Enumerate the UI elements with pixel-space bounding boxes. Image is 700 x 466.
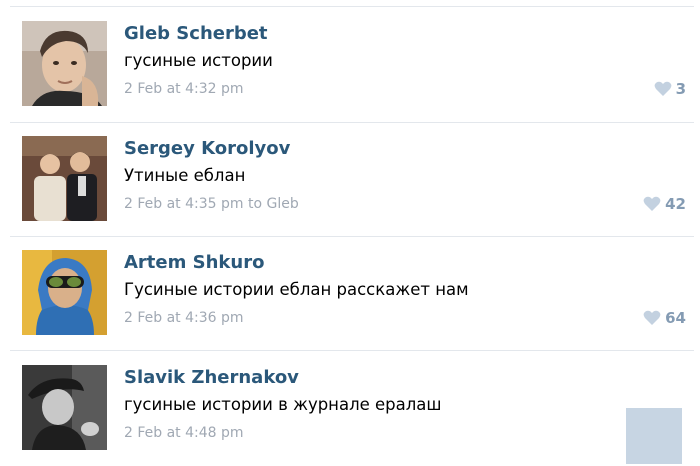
comment-text: Гусиные истории еблан расскажет нам <box>124 280 469 299</box>
comment-text: гусиные истории в журнале ералаш <box>124 395 442 414</box>
avatar[interactable] <box>22 136 107 221</box>
scroll-to-top-button[interactable] <box>626 408 682 464</box>
avatar[interactable] <box>22 250 107 335</box>
comment-timestamp[interactable]: 2 Feb at 4:32 pm <box>124 81 244 97</box>
avatar-photo-icon <box>22 250 107 335</box>
avatar[interactable] <box>22 21 107 106</box>
like-count: 42 <box>665 195 686 213</box>
comment-text: гусиные истории <box>124 51 273 70</box>
divider <box>10 350 694 351</box>
comment-timestamp[interactable]: 2 Feb at 4:36 pm <box>124 310 244 326</box>
comment-timestamp[interactable]: 2 Feb at 4:35 pm to Gleb <box>124 196 299 212</box>
avatar-photo-icon <box>22 365 107 450</box>
avatar-photo-icon <box>22 21 107 106</box>
author-name[interactable]: Sergey Korolyov <box>124 138 290 159</box>
author-name[interactable]: Artem Shkuro <box>124 252 264 273</box>
divider <box>10 6 694 7</box>
comment-feed: Gleb Scherbet гусиные истории 2 Feb at 4… <box>0 0 700 464</box>
like-button[interactable]: 3 <box>654 79 686 99</box>
like-button[interactable]: 64 <box>643 308 686 328</box>
avatar[interactable] <box>22 365 107 450</box>
heart-icon <box>654 81 672 97</box>
comment-item: Artem Shkuro Гусиные истории еблан расск… <box>0 237 700 351</box>
author-name[interactable]: Slavik Zhernakov <box>124 367 299 388</box>
author-name[interactable]: Gleb Scherbet <box>124 23 268 44</box>
comment-timestamp[interactable]: 2 Feb at 4:48 pm <box>124 425 244 441</box>
comment-item: Gleb Scherbet гусиные истории 2 Feb at 4… <box>0 8 700 122</box>
heart-icon <box>643 196 661 212</box>
comment-item: Slavik Zhernakov гусиные истории в журна… <box>0 352 700 466</box>
avatar-photo-icon <box>22 136 107 221</box>
like-button[interactable]: 42 <box>643 194 686 214</box>
like-count: 3 <box>675 80 686 98</box>
like-count: 64 <box>665 309 686 327</box>
comment-item: Sergey Korolyov Утиные еблан 2 Feb at 4:… <box>0 123 700 237</box>
heart-icon <box>643 310 661 326</box>
comment-text: Утиные еблан <box>124 166 246 185</box>
